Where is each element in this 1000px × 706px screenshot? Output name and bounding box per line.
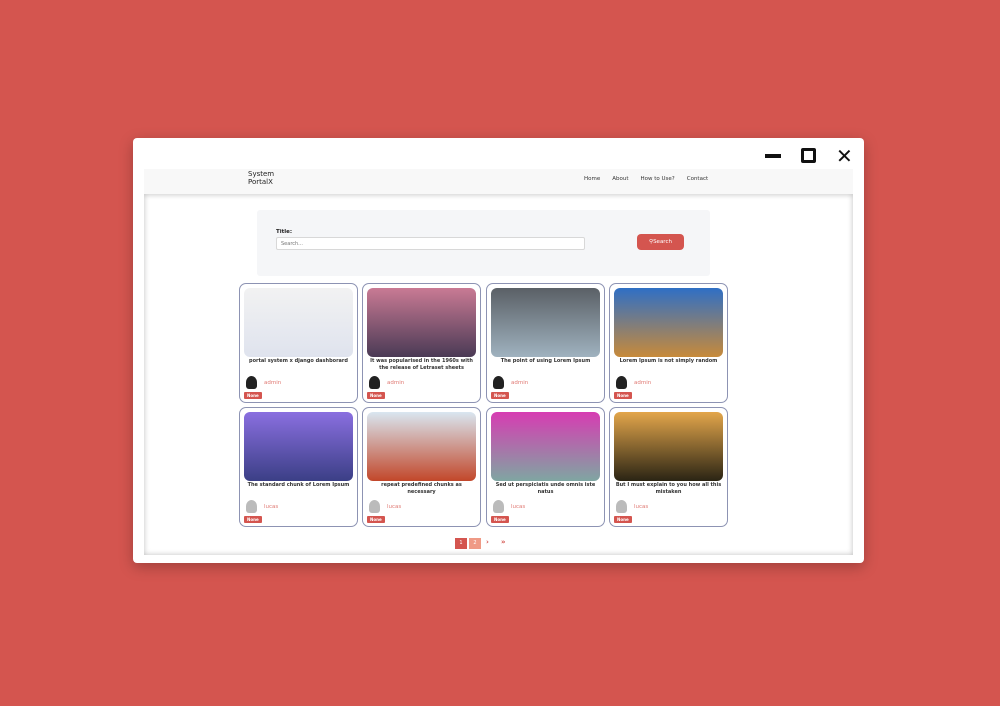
post-card[interactable]: portal system x django dashborard admin … [239,283,358,403]
category-badge: None [614,392,632,399]
post-card[interactable]: Sed ut perspiciatis unde omnis iste natu… [486,407,605,527]
post-title[interactable]: repeat predefined chunks as necessary [367,482,476,496]
title-label: Title: [276,229,293,235]
brand-logo[interactable]: System PortalX [248,170,274,186]
post-author[interactable]: admin [634,380,651,386]
search-input[interactable] [276,237,585,250]
post-card[interactable]: repeat predefined chunks as necessary lu… [362,407,481,527]
post-image[interactable] [614,412,723,481]
category-badge: None [367,392,385,399]
post-author[interactable]: lucas [634,504,648,510]
navbar: System PortalX Home About How to Use? Con… [144,169,853,194]
author-avatar [493,500,504,513]
post-author[interactable]: lucas [264,504,278,510]
app-window: ✕ System PortalX Home About How to Use? C… [133,138,864,563]
post-title[interactable]: portal system x django dashborard [244,358,353,365]
post-image[interactable] [244,412,353,481]
nav-contact[interactable]: Contact [687,176,708,182]
post-card[interactable]: The point of using Lorem Ipsum admin Non… [486,283,605,403]
author-avatar [246,500,257,513]
author-avatar [616,376,627,389]
page-2-button[interactable]: 2 [469,538,481,549]
post-author[interactable]: admin [387,380,404,386]
category-badge: None [614,516,632,523]
nav-about[interactable]: About [612,176,628,182]
next-page-icon[interactable]: › [486,538,489,546]
post-card[interactable]: It was popularised in the 1960s with the… [362,283,481,403]
category-badge: None [244,516,262,523]
post-image[interactable] [367,412,476,481]
nav-home[interactable]: Home [584,176,600,182]
page-1-button[interactable]: 1 [455,538,467,549]
author-avatar [369,500,380,513]
post-card[interactable]: Lorem Ipsum is not simply random admin N… [609,283,728,403]
category-badge: None [244,392,262,399]
minimize-icon[interactable] [765,148,783,164]
post-image[interactable] [491,412,600,481]
category-badge: None [491,392,509,399]
post-card[interactable]: The standard chunk of Lorem Ipsum lucas … [239,407,358,527]
category-badge: None [367,516,385,523]
author-avatar [493,376,504,389]
post-author[interactable]: admin [511,380,528,386]
post-title[interactable]: The standard chunk of Lorem Ipsum [244,482,353,489]
post-image[interactable] [244,288,353,357]
post-image[interactable] [367,288,476,357]
brand-line1: System [248,170,275,178]
search-button[interactable]: ⚲Search [637,234,684,250]
author-avatar [246,376,257,389]
post-title[interactable]: But I must explain to you how all this m… [614,482,723,496]
post-title[interactable]: Lorem Ipsum is not simply random [614,358,723,365]
author-avatar [369,376,380,389]
post-title[interactable]: Sed ut perspiciatis unde omnis iste natu… [491,482,600,496]
post-title[interactable]: The point of using Lorem Ipsum [491,358,600,365]
post-image[interactable] [614,288,723,357]
search-panel: Title: ⚲Search [257,210,710,276]
close-icon[interactable]: ✕ [836,146,854,166]
post-card[interactable]: But I must explain to you how all this m… [609,407,728,527]
category-badge: None [491,516,509,523]
web-page: System PortalX Home About How to Use? Con… [144,169,853,555]
post-author[interactable]: lucas [387,504,401,510]
post-image[interactable] [491,288,600,357]
brand-line2: PortalX [248,178,273,186]
post-title[interactable]: It was popularised in the 1960s with the… [367,358,476,372]
last-page-icon[interactable]: » [501,538,506,546]
maximize-icon[interactable] [801,148,816,163]
post-author[interactable]: admin [264,380,281,386]
search-button-label: Search [653,239,672,245]
nav-how-to-use[interactable]: How to Use? [641,176,675,182]
author-avatar [616,500,627,513]
post-author[interactable]: lucas [511,504,525,510]
